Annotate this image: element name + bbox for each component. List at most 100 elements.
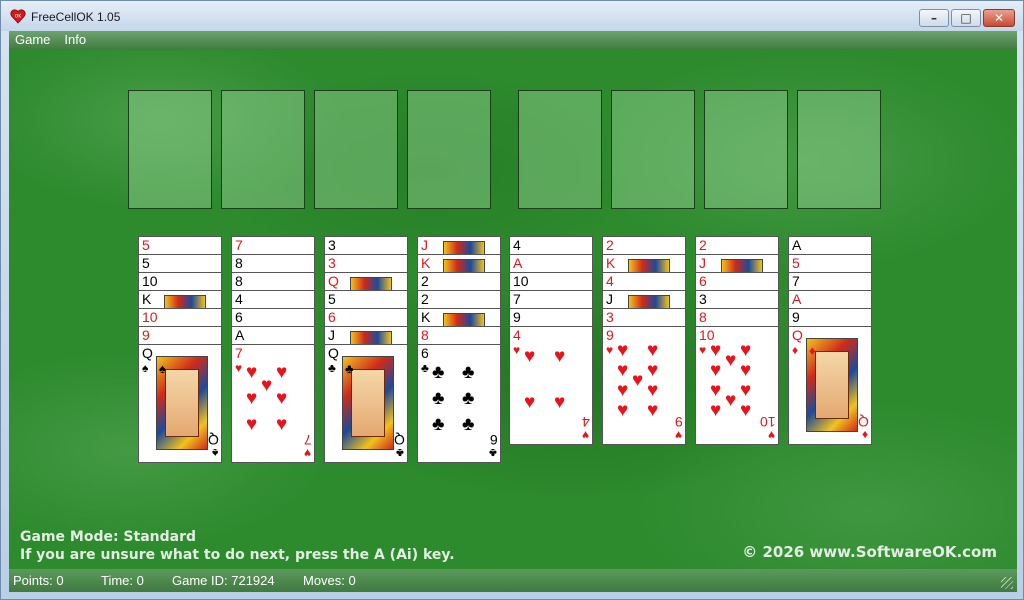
free-cell-2[interactable] [221,90,305,209]
resize-grip[interactable] [1001,577,1013,589]
playing-card[interactable]: K [417,254,501,273]
playing-card[interactable]: 10 [138,308,222,327]
playing-card[interactable]: 8 [695,308,779,327]
app-window: OK FreeCellOK 1.05 – □ ✕ Game Info 5 5 10 K… [0,0,1024,600]
queen-portrait-icon: ♠ [156,356,208,450]
playing-card[interactable]: K [417,308,501,327]
playing-card-top[interactable]: 10 ♥ 10 ♥ ♥ ♥ ♥ ♥ ♥ ♥ ♥ ♥ ♥ ♥ [695,326,779,445]
playing-card-top[interactable]: 6 ♣ 6 ♣ ♣ ♣ ♣ ♣ ♣ ♣ [417,344,501,463]
playing-card[interactable]: 3 [602,308,686,327]
playing-card[interactable]: 3 [695,290,779,309]
free-cell-1[interactable] [128,90,212,209]
playing-card[interactable]: 8 [231,272,315,291]
copyright-link[interactable]: © 2026 www.SoftwareOK.com [742,543,997,561]
playing-card[interactable]: A [788,236,872,255]
playing-card[interactable]: 4 [602,272,686,291]
playing-card[interactable]: 10 [138,272,222,291]
card-rank: 2 [421,291,429,307]
card-pip-icon: ♥ [710,400,722,421]
app-icon-ok-text: OK [15,14,23,20]
playing-card[interactable]: 6 [695,272,779,291]
playing-card[interactable]: 5 [138,254,222,273]
card-pip-icon: ♥ [647,400,659,421]
card-pip-icon: ♥ [710,340,722,361]
playing-card[interactable]: 2 [417,272,501,291]
card-pip-icon: ♥ [725,390,737,411]
card-rank: 2 [421,273,429,289]
playing-card[interactable]: K [138,290,222,309]
playing-card[interactable]: 3 [324,254,408,273]
playing-card-top[interactable]: Q ♠ Q ♠ ♠ [138,344,222,463]
card-rank: A [792,291,802,307]
card-pip-icon: ♥ [524,392,536,413]
playing-card[interactable]: 7 [509,290,593,309]
playing-card[interactable]: K [602,254,686,273]
playing-card[interactable]: 2 [602,236,686,255]
playing-card[interactable]: 4 [231,290,315,309]
playing-card-top[interactable]: 7 ♥ 7 ♥ ♥ ♥ ♥ ♥ ♥ ♥ ♥ [231,344,315,463]
card-rank: J [699,255,706,271]
free-cell-3[interactable] [314,90,398,209]
playing-card[interactable]: 5 [138,236,222,255]
playing-card[interactable]: Q [324,272,408,291]
playing-card-top[interactable]: 9 ♥ 9 ♥ ♥ ♥ ♥ ♥ ♥ ♥ ♥ ♥ ♥ [602,326,686,445]
queen-face-art [815,351,849,419]
card-rank: 7 [235,237,243,253]
playing-card[interactable]: 7 [231,236,315,255]
card-suit-bottom-icon: ♥ [581,428,589,442]
foundation-3[interactable] [704,90,788,209]
playing-card[interactable]: 9 [138,326,222,345]
free-cell-4[interactable] [407,90,491,209]
playing-card[interactable]: 6 [324,308,408,327]
face-card-art-icon [443,241,485,254]
playing-card[interactable]: 10 [509,272,593,291]
playing-card[interactable]: 3 [324,236,408,255]
playing-card[interactable]: 7 [788,272,872,291]
playing-card[interactable]: 5 [324,290,408,309]
card-suit-icon: ♦ [792,343,799,357]
maximize-icon: □ [960,11,972,25]
playing-card-top[interactable]: Q ♣ Q ♣ ♣ [324,344,408,463]
playing-card[interactable]: J [602,290,686,309]
face-card-art-icon [443,313,485,326]
playing-card[interactable]: 5 [788,254,872,273]
foundation-1[interactable] [518,90,602,209]
playing-card[interactable]: J [324,326,408,345]
card-rank: 6 [421,345,429,361]
face-suit-icon: ♣ [345,361,354,376]
menu-game[interactable]: Game [9,31,58,50]
foundation-2[interactable] [611,90,695,209]
playing-card[interactable]: 6 [231,308,315,327]
playing-card[interactable]: J [417,236,501,255]
playing-card[interactable]: 8 [417,326,501,345]
card-suit-bottom-icon: ♥ [303,446,311,460]
card-rank: Q [328,345,339,361]
playing-card[interactable]: A [509,254,593,273]
playing-card[interactable]: A [231,326,315,345]
minimize-button[interactable]: – [919,9,949,27]
status-points: Points: 0 [13,573,64,588]
playing-card[interactable]: 9 [509,308,593,327]
maximize-button[interactable]: □ [951,9,981,27]
face-card-art-icon [628,295,670,308]
playing-card[interactable]: 2 [695,236,779,255]
playing-card[interactable]: J [695,254,779,273]
menu-info[interactable]: Info [58,31,94,50]
playing-card[interactable]: 8 [231,254,315,273]
card-suit-icon: ♥ [606,343,614,357]
menu-bar: Game Info [9,31,1017,50]
playing-card[interactable]: 9 [788,308,872,327]
playing-card-top[interactable]: Q ♦ Q ♦ ♦ [788,326,872,445]
playing-card[interactable]: 2 [417,290,501,309]
close-button[interactable]: ✕ [983,9,1015,27]
card-rank: 10 [513,273,529,289]
status-time: Time: 0 [101,573,144,588]
playing-card-top[interactable]: 4 ♥ 4 ♥ ♥ ♥ ♥ ♥ [509,326,593,445]
face-card-art-icon [628,259,670,272]
foundation-4[interactable] [797,90,881,209]
card-pip-icon: ♣ [462,362,475,383]
card-rank: 3 [328,255,336,271]
playing-card[interactable]: 4 [509,236,593,255]
card-rank: 3 [699,291,707,307]
playing-card[interactable]: A [788,290,872,309]
